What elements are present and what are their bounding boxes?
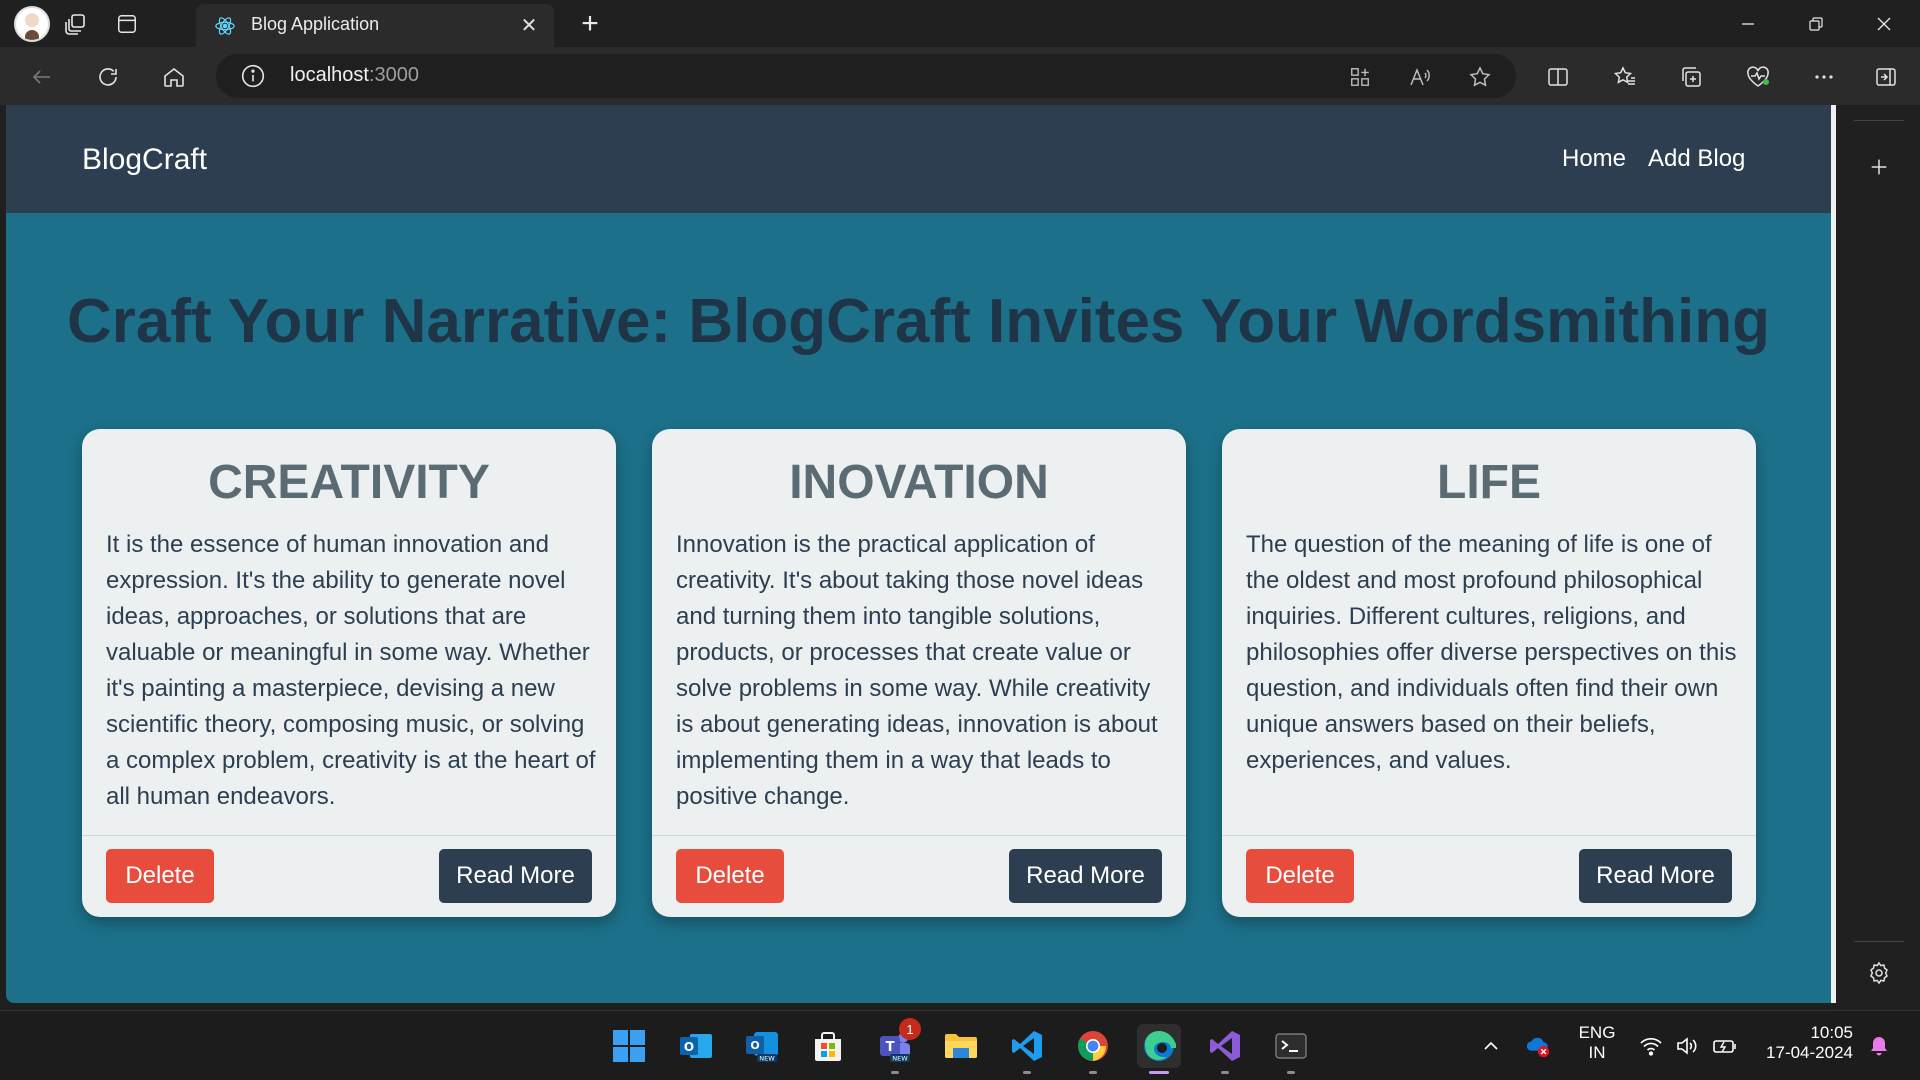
close-tab-icon[interactable]: ✕ [516,12,542,38]
profile-avatar[interactable] [14,6,50,42]
card-body: It is the essence of human innovation an… [106,531,596,810]
card-divider [652,835,1186,836]
site-navbar: BlogCraft Home Add Blog [6,105,1831,213]
teams-notification-badge: 1 [899,1018,921,1040]
card-body: Innovation is the practical application … [676,531,1158,810]
delete-button[interactable]: Delete [106,849,214,903]
blog-card: CREATIVITY It is the essence of human in… [82,429,616,917]
read-more-button[interactable]: Read More [1579,849,1732,903]
address-bar[interactable]: localhost:3000 [216,54,1516,98]
visual-studio-icon[interactable] [1203,1024,1247,1074]
card-title: CREATIVITY [208,456,490,509]
card-title: INOVATION [789,456,1049,509]
page-title: Craft Your Narrative: BlogCraft Invites … [67,287,1770,356]
close-window-icon[interactable] [1856,6,1912,42]
sidebar-divider [1854,120,1904,121]
teams-icon[interactable]: T NEW 1 [873,1018,921,1074]
file-explorer-icon[interactable] [939,1024,983,1068]
site-brand[interactable]: BlogCraft [82,143,207,177]
home-icon[interactable] [157,60,191,94]
card-title: LIFE [1437,456,1541,509]
collections-icon[interactable] [1674,60,1708,94]
svg-text:NEW: NEW [892,1055,908,1063]
tab-blog-application[interactable]: Blog Application ✕ [196,4,554,47]
chrome-icon[interactable] [1071,1024,1115,1074]
blog-card: INOVATION Innovation is the practical ap… [652,429,1186,917]
react-icon [214,15,236,37]
browser-sidebar [1836,105,1920,1010]
address-port: :3000 [368,64,419,86]
tab-actions-icon[interactable] [111,8,143,40]
clock-date: 17-04-2024 [1766,1043,1853,1062]
svg-text:T: T [886,1040,895,1055]
terminal-icon[interactable] [1269,1024,1313,1074]
favorite-star-icon[interactable] [1466,63,1494,91]
nav-home-link[interactable]: Home [1562,145,1626,173]
sidebar-divider [1854,941,1904,942]
nav-add-blog-link[interactable]: Add Blog [1648,145,1745,173]
address-host: localhost [290,64,369,86]
refresh-icon[interactable] [91,60,125,94]
read-aloud-icon[interactable] [1406,63,1434,91]
edge-icon[interactable] [1137,1024,1181,1074]
more-options-icon[interactable] [1807,60,1841,94]
blog-card: LIFE The question of the meaning of life… [1222,429,1756,917]
running-indicator [1287,1071,1295,1074]
svg-text:NEW: NEW [759,1055,775,1063]
svg-text:O: O [684,1040,694,1054]
add-sidebar-app-icon[interactable] [1865,153,1893,181]
language-code: ENG [1578,1023,1616,1042]
delete-button[interactable]: Delete [676,849,784,903]
delete-button[interactable]: Delete [1246,849,1354,903]
read-more-button[interactable]: Read More [1009,849,1162,903]
hide-sidebar-icon[interactable] [1869,60,1903,94]
start-windows-icon[interactable] [607,1024,651,1068]
address-url: localhost:3000 [290,64,419,87]
outlook-icon[interactable]: O [674,1024,718,1068]
windows-taskbar: O O NEW T NEW 1 ENG IN 10:05 17-04-2024 [0,1010,1920,1080]
browser-essentials-icon[interactable] [1741,60,1775,94]
sidebar-settings-gear-icon[interactable] [1865,959,1893,987]
browser-tab-bar: Blog Application ✕ + [0,0,1920,47]
site-info-icon[interactable] [240,63,266,89]
minimize-icon[interactable] [1720,6,1776,42]
onedrive-error-icon[interactable] [1525,1033,1551,1059]
chevron-up-icon[interactable] [1478,1033,1504,1059]
split-screen-icon[interactable] [1541,60,1575,94]
svg-text:O: O [750,1039,759,1052]
running-indicator [1221,1071,1229,1074]
notification-bell-icon[interactable] [1866,1033,1892,1059]
workspaces-icon[interactable] [60,8,92,40]
running-indicator [891,1071,899,1074]
app-available-icon[interactable] [1346,63,1374,91]
new-tab-icon[interactable]: + [574,7,606,40]
card-body: The question of the meaning of life is o… [1246,531,1737,774]
region-code: IN [1588,1043,1606,1062]
card-divider [1222,835,1756,836]
page-viewport: BlogCraft Home Add Blog Craft Your Narra… [6,105,1831,1003]
back-icon[interactable] [25,60,59,94]
volume-icon[interactable] [1674,1033,1700,1059]
running-indicator [1023,1071,1031,1074]
favorites-icon[interactable] [1608,60,1642,94]
tab-title: Blog Application [251,14,380,34]
browser-toolbar: localhost:3000 [0,47,1920,105]
read-more-button[interactable]: Read More [439,849,592,903]
language-indicator[interactable]: ENG IN [1572,1023,1622,1063]
running-indicator [1089,1071,1097,1074]
active-indicator [1149,1071,1169,1074]
restore-icon[interactable] [1788,6,1844,42]
battery-charging-icon[interactable] [1712,1033,1738,1059]
microsoft-store-icon[interactable] [806,1024,850,1068]
clock-time: 10:05 [1810,1023,1853,1042]
clock[interactable]: 10:05 17-04-2024 [1757,1023,1853,1063]
outlook-new-icon[interactable]: O NEW [740,1024,784,1068]
wifi-icon[interactable] [1638,1033,1664,1059]
card-divider [82,835,616,836]
vscode-icon[interactable] [1005,1024,1049,1074]
